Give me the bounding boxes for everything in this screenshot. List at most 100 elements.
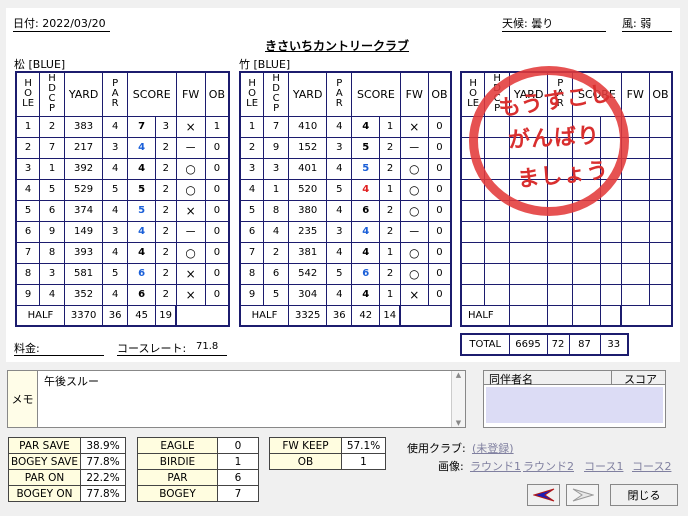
- hdcp-header: HDCP: [48, 73, 56, 115]
- companions-list[interactable]: 同伴者名 スコア: [483, 370, 666, 428]
- cell-fw: ×: [399, 115, 429, 138]
- cell-par: 3: [102, 220, 129, 243]
- hole-row: 8 6 542 5 6 2 ○ 0: [239, 262, 452, 285]
- cell-putt: 2: [379, 220, 401, 243]
- cell-ob: 0: [204, 283, 230, 306]
- cell-par: 5: [102, 262, 129, 285]
- cell-score: 6: [127, 283, 157, 306]
- round2-link[interactable]: ラウンド2: [523, 458, 574, 474]
- cell-hole: 4: [15, 178, 41, 201]
- cell-score: 4: [127, 220, 157, 243]
- cell-putt: 2: [155, 241, 177, 264]
- cell-ob: 0: [204, 220, 230, 243]
- hole-row: 6 9 149 3 4 2 － 0: [15, 220, 230, 243]
- next-button[interactable]: [566, 484, 599, 506]
- cell-par: 4: [326, 241, 353, 264]
- fw-ob-stats: FW KEEP 57.1% OB 1: [269, 437, 386, 470]
- par-on-label: PAR ON: [8, 469, 81, 486]
- cell-ob: 0: [427, 178, 452, 201]
- ob-value: 1: [341, 453, 386, 470]
- cell-fw: ×: [175, 115, 206, 138]
- half-par: 36: [326, 304, 353, 327]
- hole-row: 4 1 520 5 4 1 ○ 0: [239, 178, 452, 201]
- cell-fw: ×: [175, 283, 206, 306]
- cell-yard: 352: [63, 283, 104, 306]
- cell-putt: 2: [155, 199, 177, 222]
- half-putt: 14: [379, 304, 401, 327]
- course1-link[interactable]: コース1: [584, 458, 623, 474]
- fw-header: FW: [620, 71, 650, 117]
- cell-hole: 3: [239, 157, 265, 180]
- cell-hdcp: 7: [39, 136, 65, 159]
- memo-scrollbar[interactable]: ▲ ▼: [451, 371, 465, 427]
- cell-hdcp: 4: [263, 220, 289, 243]
- cell-putt: 2: [155, 283, 177, 306]
- cell-hdcp: 5: [263, 283, 289, 306]
- companion-row-selected[interactable]: [486, 387, 663, 423]
- cell-putt: 2: [155, 262, 177, 285]
- companion-name-header: 同伴者名: [484, 371, 612, 386]
- course2-scorecard: HOLE HDCP YARD PAR SCORE FW OB 1 7 410 4 4 1 ×…: [239, 71, 452, 327]
- cell-fw: ○: [399, 199, 429, 222]
- hole-row: 5 6 374 4 5 2 × 0: [15, 199, 230, 222]
- cell-ob: 0: [427, 157, 452, 180]
- course1-scorecard: HOLE HDCP YARD PAR SCORE FW OB 1 2 383 4 7 3 ×…: [15, 71, 230, 327]
- cell-putt: 3: [155, 115, 177, 138]
- memo-text[interactable]: 午後スルー: [44, 373, 99, 389]
- cell-hdcp: 9: [263, 136, 289, 159]
- cell-fw: ×: [399, 283, 429, 306]
- round1-link[interactable]: ラウンド1: [470, 458, 521, 474]
- cell-fw: ○: [399, 178, 429, 201]
- hole-row: 9 5 304 4 4 1 × 0: [239, 283, 452, 306]
- total-par: 72: [546, 333, 570, 356]
- cell-par: 4: [326, 115, 353, 138]
- cell-yard: 529: [63, 178, 104, 201]
- cell-hdcp: 2: [39, 115, 65, 138]
- par-label: PAR: [137, 469, 218, 486]
- cell-score: 5: [127, 199, 157, 222]
- ob-label: OB: [269, 453, 342, 470]
- cell-ob: 0: [427, 241, 452, 264]
- cell-par: 4: [102, 115, 129, 138]
- cell-hdcp: 1: [39, 157, 65, 180]
- bogey-on-label: BOGEY ON: [8, 485, 81, 502]
- course-rate-value: 71.8: [196, 341, 219, 352]
- prev-button[interactable]: [527, 484, 560, 506]
- half-par: 36: [102, 304, 129, 327]
- hole-row: 1 2 383 4 7 3 × 1: [15, 115, 230, 138]
- total-label: TOTAL: [460, 333, 510, 356]
- cell-hdcp: 8: [39, 241, 65, 264]
- cell-yard: 410: [287, 115, 328, 138]
- course-rate-label: コースレート:: [117, 342, 187, 355]
- close-button[interactable]: 閉じる: [610, 484, 678, 506]
- hole-header: HOLE: [22, 78, 35, 110]
- clubs-link[interactable]: (未登録): [472, 440, 514, 456]
- scroll-down-icon[interactable]: ▼: [452, 419, 465, 427]
- cell-par: 3: [102, 136, 129, 159]
- cell-score: 4: [351, 115, 381, 138]
- memo-box: メモ 午後スルー ▲ ▼: [7, 370, 466, 428]
- cell-hdcp: 5: [39, 178, 65, 201]
- cell-putt: 2: [155, 157, 177, 180]
- scroll-up-icon[interactable]: ▲: [452, 371, 465, 379]
- cell-ob: 0: [204, 178, 230, 201]
- back-arrow-icon: [532, 488, 554, 502]
- cell-fw: －: [399, 136, 429, 159]
- cell-score: 4: [127, 136, 157, 159]
- course2-name: 竹 [BLUE]: [239, 58, 291, 71]
- fw-header: FW: [175, 71, 206, 117]
- cell-yard: 380: [287, 199, 328, 222]
- forward-arrow-icon: [572, 488, 594, 502]
- total-score: 87: [568, 333, 601, 356]
- cell-par: 4: [102, 241, 129, 264]
- cell-yard: 235: [287, 220, 328, 243]
- total-yard: 6695: [508, 333, 548, 356]
- cell-par: 4: [102, 199, 129, 222]
- cell-putt: 2: [379, 262, 401, 285]
- course2-link[interactable]: コース2: [632, 458, 671, 474]
- cell-ob: 0: [427, 220, 452, 243]
- hole-row: 4 5 529 5 5 2 ○ 0: [15, 178, 230, 201]
- cell-score: 6: [351, 262, 381, 285]
- birdie-label: BIRDIE: [137, 453, 218, 470]
- score-type-stats: EAGLE 0 BIRDIE 1 PAR 6 BOGEY 7: [137, 437, 259, 502]
